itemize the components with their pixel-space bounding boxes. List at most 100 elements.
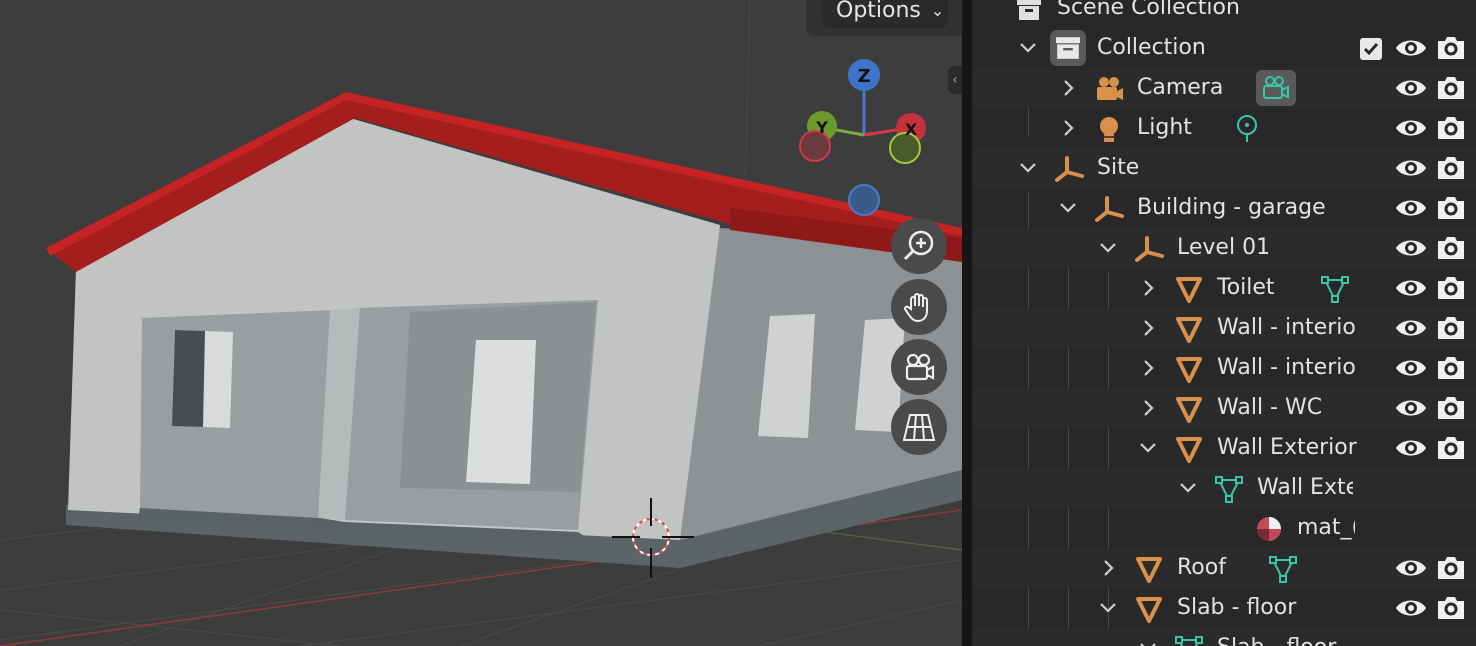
building-mesh[interactable] (46, 92, 962, 568)
outliner-panel[interactable]: Scene Collection Collection Camera Light Si… (972, 0, 1476, 646)
zoom-icon[interactable] (891, 218, 947, 274)
outliner-row[interactable]: Light (972, 108, 1476, 148)
material-icon[interactable] (1254, 514, 1284, 544)
chevron-right-icon[interactable] (1096, 556, 1120, 580)
outliner-row-label: Wall - interio (1217, 315, 1355, 340)
chevron-down-icon[interactable] (1096, 236, 1120, 260)
empty-icon[interactable] (1134, 234, 1164, 264)
mesh-data-icon[interactable] (1214, 474, 1244, 504)
outliner-row[interactable]: Site (972, 148, 1476, 188)
options-dropdown[interactable]: Options ⌄ (822, 0, 948, 28)
mesh-object-icon[interactable] (1134, 554, 1164, 584)
eye-icon[interactable] (1394, 35, 1428, 61)
grid-perspective-icon[interactable] (891, 399, 947, 455)
chevron-down-icon[interactable] (1016, 156, 1040, 180)
outliner-row[interactable]: Toilet (972, 268, 1476, 308)
render-camera-icon[interactable] (1436, 274, 1466, 302)
camera-data-icon[interactable] (1256, 70, 1296, 106)
mesh-object-icon[interactable] (1134, 594, 1164, 624)
mesh-object-icon[interactable] (1174, 394, 1204, 424)
outliner-row[interactable]: Wall - interio (972, 308, 1476, 348)
mesh-object-icon[interactable] (1174, 314, 1204, 344)
outliner-row[interactable]: mat_( (972, 508, 1476, 548)
sidebar-toggle-icon[interactable]: ‹ (948, 66, 962, 94)
area-divider[interactable] (962, 0, 972, 646)
mesh-data-icon[interactable] (1320, 274, 1350, 304)
outliner-row-label: Slab - floor (1217, 632, 1336, 646)
eye-icon[interactable] (1394, 595, 1428, 621)
empty-icon[interactable] (1054, 154, 1084, 184)
chevron-down-icon[interactable] (1016, 36, 1040, 60)
chevron-right-icon[interactable] (1136, 316, 1160, 340)
outliner-row[interactable]: Level 01 (972, 228, 1476, 268)
outliner-row[interactable]: Wall Exterior (972, 428, 1476, 468)
outliner-row-label: Slab - floor (1177, 595, 1297, 620)
light-object-icon[interactable] (1094, 114, 1124, 144)
eye-icon[interactable] (1394, 395, 1428, 421)
render-camera-icon[interactable] (1436, 234, 1466, 262)
eye-icon[interactable] (1394, 275, 1428, 301)
outliner-row-scene-collection[interactable]: Scene Collection (972, 0, 1476, 28)
outliner-row[interactable]: Collection (972, 28, 1476, 68)
scene-render[interactable]: Z Y X (0, 0, 962, 646)
eye-icon[interactable] (1394, 355, 1428, 381)
mesh-data-icon[interactable] (1174, 634, 1204, 646)
light-data-icon[interactable] (1232, 114, 1262, 144)
chevron-down-icon[interactable] (1096, 596, 1120, 620)
outliner-row[interactable]: Roof (972, 548, 1476, 588)
camera-object-icon[interactable] (1094, 74, 1124, 104)
3d-viewport[interactable]: Z Y X Options ⌄ ‹ (0, 0, 962, 646)
eye-icon[interactable] (1394, 435, 1428, 461)
outliner-row[interactable]: Camera (972, 68, 1476, 108)
chevron-right-icon[interactable] (1136, 276, 1160, 300)
render-camera-icon[interactable] (1436, 74, 1466, 102)
chevron-down-icon[interactable] (1136, 436, 1160, 460)
exclude-checkbox[interactable] (1360, 38, 1382, 60)
outliner-row[interactable]: Slab - floor (972, 628, 1476, 646)
mesh-object-icon[interactable] (1174, 274, 1204, 304)
hand-pan-icon[interactable] (891, 279, 947, 335)
outliner-row[interactable]: Slab - floor (972, 588, 1476, 628)
mesh-object-icon[interactable] (1174, 354, 1204, 384)
camera-view-icon[interactable] (891, 339, 947, 395)
render-camera-icon[interactable] (1436, 434, 1466, 462)
outliner-row[interactable]: Wall - WC (972, 388, 1476, 428)
chevron-down-icon[interactable] (1176, 476, 1200, 500)
eye-icon[interactable] (1394, 555, 1428, 581)
render-camera-icon[interactable] (1436, 154, 1466, 182)
chevron-right-icon[interactable] (1056, 76, 1080, 100)
scene-collection-label: Scene Collection (1057, 0, 1240, 20)
outliner-row-label: Camera (1137, 75, 1224, 100)
render-camera-icon[interactable] (1436, 194, 1466, 222)
render-camera-icon[interactable] (1436, 594, 1466, 622)
render-camera-icon[interactable] (1436, 394, 1466, 422)
outliner-row-label: Wall Exterior (1217, 435, 1357, 460)
chevron-down-icon[interactable] (1136, 636, 1160, 646)
chevron-right-icon[interactable] (1136, 396, 1160, 420)
navigation-gizmo[interactable]: Z Y X (799, 59, 926, 216)
eye-icon[interactable] (1394, 315, 1428, 341)
render-camera-icon[interactable] (1436, 314, 1466, 342)
render-camera-icon[interactable] (1436, 554, 1466, 582)
outliner-row[interactable]: Wall Exte (972, 468, 1476, 508)
chevron-right-icon[interactable] (1136, 356, 1160, 380)
eye-icon[interactable] (1394, 115, 1428, 141)
empty-icon[interactable] (1094, 194, 1124, 224)
eye-icon[interactable] (1394, 235, 1428, 261)
outliner-row[interactable]: Building - garage (972, 188, 1476, 228)
render-camera-icon[interactable] (1436, 114, 1466, 142)
eye-icon[interactable] (1394, 195, 1428, 221)
outliner-row[interactable]: Wall - interio (972, 348, 1476, 388)
outliner-row-label: Roof (1177, 555, 1226, 580)
collection-icon[interactable] (1050, 30, 1086, 66)
render-camera-icon[interactable] (1436, 354, 1466, 382)
chevron-right-icon[interactable] (1056, 116, 1080, 140)
mesh-data-icon[interactable] (1268, 554, 1298, 584)
mesh-object-icon[interactable] (1174, 434, 1204, 464)
eye-icon[interactable] (1394, 155, 1428, 181)
chevron-down-icon[interactable] (1056, 196, 1080, 220)
gizmo-x-label: X (905, 120, 918, 139)
eye-icon[interactable] (1394, 75, 1428, 101)
gizmo-z-label: Z (857, 66, 870, 87)
render-camera-icon[interactable] (1436, 34, 1466, 62)
